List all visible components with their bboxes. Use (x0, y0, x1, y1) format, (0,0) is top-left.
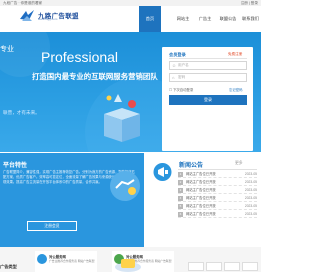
register-link[interactable]: 免费注册 (228, 52, 242, 57)
nav-contact[interactable]: 联系我们 (240, 6, 261, 32)
news-item-title: 网站主广告位已开放 (186, 196, 216, 200)
partner-thumb[interactable] (188, 262, 204, 271)
news-index: 6 (178, 211, 183, 217)
lock-icon: ⌂ (172, 74, 175, 80)
ad-types-heading: 广告类型 (0, 264, 17, 269)
news-item-title: 网站主广告位已开放 (186, 188, 216, 192)
user-icon: ☺ (172, 62, 177, 68)
news-divider (178, 169, 257, 170)
username-placeholder: 用户名 (178, 63, 189, 67)
news-item-date: 2023-05 (244, 180, 257, 184)
service-card-text: 广告主推荐合作服务商 网站广告联盟 (49, 259, 95, 263)
news-item-date: 2023-05 (244, 172, 257, 176)
banner-title: Professional (41, 49, 119, 65)
news-more-link[interactable]: 更多 (235, 161, 243, 166)
handshake-icon (110, 171, 140, 201)
news-item-date: 2023-05 (244, 196, 257, 200)
register-member-button[interactable]: 注册会员 (27, 221, 77, 231)
news-item[interactable]: 2 网站主广告位已开放 2023-05 (178, 179, 257, 186)
news-item-date: 2023-05 (244, 204, 257, 208)
megaphone-icon (153, 163, 172, 181)
news-item-date: 2023-05 (244, 212, 257, 216)
main-nav: 首页 网站主 广告主 联盟公告 联系我们 (0, 6, 261, 32)
features-title: 平台特性 (3, 163, 28, 169)
service-card[interactable]: 对公服务网 广告主推荐合作服务商 网站广告联盟 (35, 251, 97, 272)
partner-thumb[interactable] (206, 262, 222, 271)
news-index: 5 (178, 203, 183, 209)
news-item-title: 网站主广告位已开放 (186, 212, 216, 216)
news-item-title: 网站主广告位已开放 (186, 204, 216, 208)
nav-home[interactable]: 首页 (139, 6, 161, 32)
forgot-password-link[interactable]: 忘记密码 (229, 87, 243, 92)
service-icon (37, 254, 47, 264)
news-item[interactable]: 1 网站主广告位已开放 2023-05 (178, 171, 257, 178)
login-button[interactable]: 登录 (169, 95, 247, 105)
nav-advertiser[interactable]: 广告主 (195, 6, 215, 32)
partner-thumb[interactable] (224, 262, 240, 271)
partner-thumb[interactable] (242, 262, 258, 271)
nav-publisher[interactable]: 网站主 (171, 6, 195, 32)
nav-announcements[interactable]: 联盟公告 (216, 6, 240, 32)
news-index: 1 (178, 171, 183, 177)
banner-footer: 联营，才有未来。 (3, 110, 40, 115)
login-divider (169, 58, 247, 59)
password-placeholder: 密码 (178, 75, 186, 79)
remember-me-label: 下次自动登录 (172, 88, 194, 92)
news-title: 新闻公告 (179, 163, 204, 169)
news-item-title: 网站主广告位已开放 (186, 172, 216, 176)
news-index: 3 (178, 187, 183, 193)
news-item-title: 网站主广告位已开放 (186, 180, 216, 184)
remember-me-checkbox[interactable]: ☐ 下次自动登录 (169, 87, 193, 92)
news-item[interactable]: 4 网站主广告位已开放 2023-05 (178, 195, 257, 202)
news-item[interactable]: 3 网站主广告位已开放 2023-05 (178, 187, 257, 194)
news-item-date: 2023-05 (244, 188, 257, 192)
news-item[interactable]: 5 网站主广告位已开放 2023-05 (178, 203, 257, 210)
news-index: 2 (178, 179, 183, 185)
banner-slogan: 打造国内最专业的互联网服务营销团队 (32, 72, 158, 81)
news-item[interactable]: 6 网站主广告位已开放 2023-05 (178, 211, 257, 218)
news-index: 4 (178, 195, 183, 201)
banner-prefix: 专业 (0, 46, 14, 53)
fingers-thumbs-icon (115, 259, 141, 272)
